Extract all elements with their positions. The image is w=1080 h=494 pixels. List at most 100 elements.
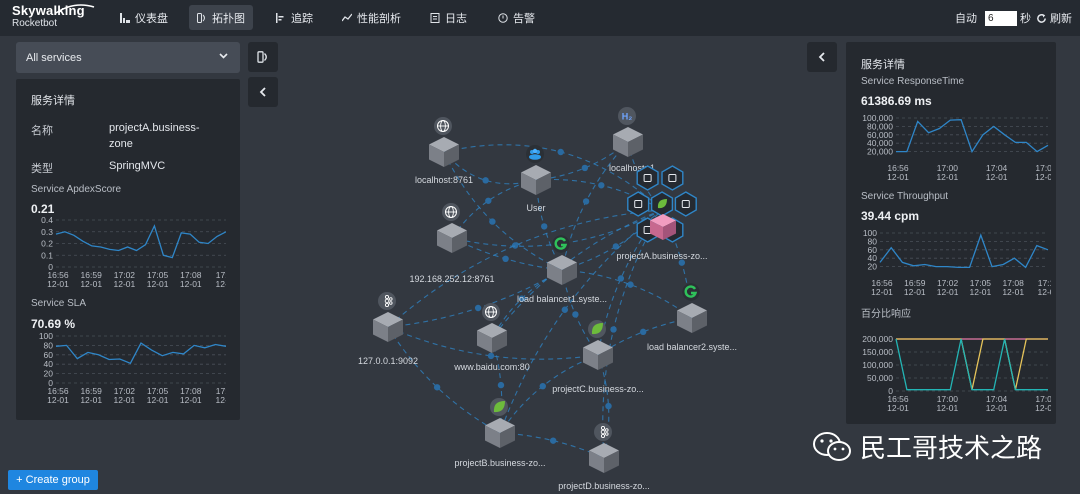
link-midpoint[interactable] (605, 402, 612, 410)
wechat-watermark: 民工哥技术之路 (812, 428, 1042, 465)
toggle-layout-button[interactable] (248, 42, 278, 72)
throughput-chart: 2040608010016:5612-0116:5912-0117:0212-0… (863, 228, 1051, 297)
x-tick-label: 12-01 (887, 403, 909, 413)
y-tick-label: 40 (44, 359, 54, 369)
link-midpoint[interactable] (497, 381, 505, 389)
topology-icon (257, 51, 267, 63)
y-tick-label: 20 (44, 369, 54, 379)
y-tick-label: 0.4 (41, 215, 53, 225)
gateway-icon (682, 283, 700, 301)
topology-node-ip8761[interactable]: 192.168.252.12:8761 (409, 203, 495, 284)
spring-icon[interactable] (650, 191, 674, 217)
topology-link (499, 209, 663, 434)
link-midpoint[interactable] (489, 218, 496, 225)
link-midpoint[interactable] (610, 326, 617, 333)
x-tick-label: 12-0 (215, 279, 226, 289)
link-midpoint[interactable] (539, 382, 546, 390)
chevron-down-icon (219, 53, 228, 59)
topology-node-projectC[interactable]: projectC.business-zo... (552, 320, 644, 394)
link-midpoint[interactable] (511, 242, 519, 249)
node-label: load balancer1.syste... (517, 294, 607, 304)
h2-icon: H₂ (618, 107, 636, 125)
link-midpoint[interactable] (482, 177, 489, 184)
topology-node-projectD[interactable]: projectD.business-zo... (558, 423, 650, 491)
users-icon (526, 145, 544, 163)
x-tick-label: 12-01 (887, 172, 909, 182)
type-key: 类型 (31, 163, 53, 175)
topology-link (491, 269, 563, 339)
service-name-value: projectA.business-zone (109, 122, 200, 150)
api-icon[interactable] (674, 191, 697, 217)
link-midpoint[interactable] (582, 198, 590, 205)
sla-chart: 02040608010016:5612-0116:5912-0117:0212-… (39, 331, 226, 405)
apdex-chart: 00.10.20.30.416:5612-0116:5912-0117:0212… (41, 215, 226, 289)
link-midpoint[interactable] (433, 384, 441, 391)
y-tick-label: 150,000 (862, 347, 893, 357)
node-label: localhost:8761 (415, 175, 473, 185)
series-line (879, 233, 1049, 269)
link-midpoint[interactable] (598, 182, 605, 189)
link-midpoint[interactable] (639, 328, 647, 336)
x-tick-label: 12-01 (114, 395, 136, 405)
kafka-icon (594, 423, 612, 441)
topology-node-user[interactable]: User (521, 145, 551, 213)
service-select[interactable]: All services (16, 42, 240, 73)
x-tick-label: 12-01 (970, 287, 992, 297)
topology-node-localhost1[interactable]: H₂localhost:-1 (609, 107, 655, 173)
link-midpoint[interactable] (487, 352, 495, 360)
link-midpoint[interactable] (561, 306, 569, 313)
chevron-left-icon (818, 52, 825, 62)
link-midpoint[interactable] (572, 311, 579, 318)
node-label: projectD.business-zo... (558, 481, 650, 491)
link-midpoint[interactable] (502, 255, 509, 263)
x-tick-label: 12-01 (147, 279, 169, 289)
topology-link (561, 269, 599, 356)
stack-icon[interactable] (661, 165, 684, 191)
collapse-left-panel-button[interactable] (248, 77, 278, 107)
x-tick-label: 12-0 (1037, 287, 1051, 297)
y-tick-label: 0.1 (41, 250, 53, 260)
spring-icon (588, 320, 606, 338)
link-midpoint[interactable] (549, 437, 557, 444)
y-tick-label: 100 (863, 228, 877, 238)
link-midpoint[interactable] (581, 164, 589, 172)
link-midpoint[interactable] (557, 148, 564, 156)
topology-node-lb1[interactable]: load balancer1.syste... (517, 235, 607, 304)
node-label: load balancer2.syste... (647, 342, 737, 352)
link-midpoint[interactable] (485, 197, 492, 204)
spring-icon (490, 398, 508, 416)
gateway-icon (552, 235, 570, 253)
x-tick-label: 12-01 (986, 172, 1008, 182)
x-tick-label: 12-01 (1035, 403, 1051, 413)
link-midpoint[interactable] (474, 304, 482, 312)
y-tick-label: 100,000 (862, 360, 893, 370)
node-label: projectA.business-zo... (616, 251, 707, 261)
topology-nodes: localhost:8761 User H₂localhost:-1 192.168.… (358, 107, 737, 491)
topology-node-baidu[interactable]: www.baidu.com:80 (453, 303, 530, 372)
topology-node-lb2[interactable]: load balancer2.syste... (647, 283, 737, 352)
instance-icon[interactable] (636, 165, 659, 191)
collapse-right-panel-button[interactable] (807, 42, 837, 72)
link-midpoint[interactable] (617, 275, 625, 282)
link-midpoint[interactable] (627, 281, 634, 288)
create-group-button[interactable]: + Create group (8, 470, 98, 490)
x-tick-label: 12-01 (871, 287, 893, 297)
node-label: 127.0.0.1:9092 (358, 356, 418, 366)
globe-icon (482, 303, 500, 321)
topology-node-localhost8761[interactable]: localhost:8761 (415, 117, 473, 185)
y-tick-label: 100,000 (862, 113, 893, 123)
series-line (55, 224, 226, 259)
y-tick-label: 100 (39, 331, 53, 341)
link-midpoint[interactable] (540, 223, 548, 230)
x-tick-label: 12-01 (114, 279, 136, 289)
x-tick-label: 12-01 (80, 395, 102, 405)
x-tick-label: 12-01 (80, 279, 102, 289)
topology-node-ip9092[interactable]: 127.0.0.1:9092 (358, 292, 418, 366)
topology-node-projectB[interactable]: projectB.business-zo... (454, 398, 546, 468)
x-tick-label: 12-01 (936, 403, 958, 413)
topology-link (499, 432, 605, 459)
series-line (896, 338, 1048, 390)
x-tick-label: 12-01 (47, 279, 69, 289)
response-time-chart: 20,00040,00060,00080,000100,00016:5612-0… (862, 113, 1051, 182)
alarm-icon[interactable] (627, 191, 650, 217)
